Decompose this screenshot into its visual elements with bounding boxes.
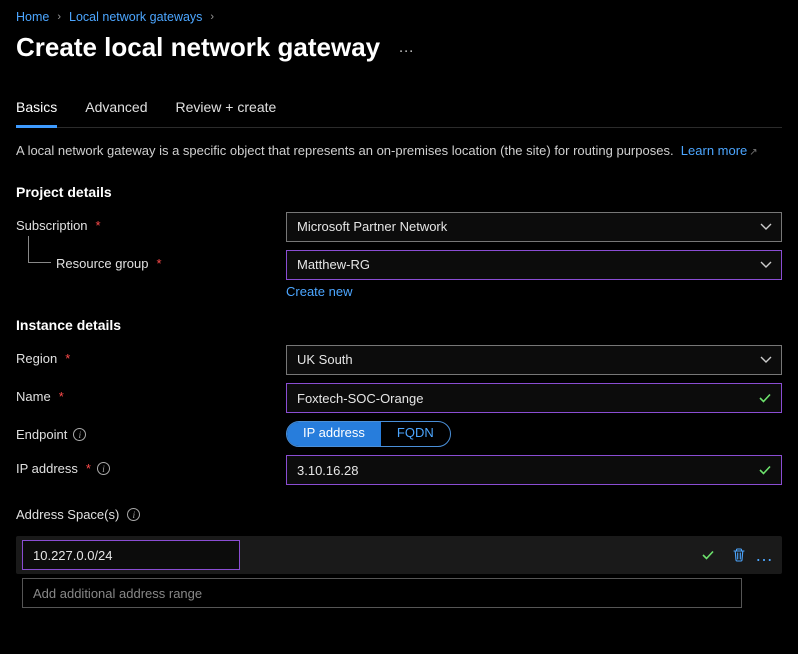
label-region-text: Region [16,351,57,366]
tab-review-create[interactable]: Review + create [176,99,277,127]
required-icon: * [59,389,64,404]
row-endpoint: Endpoint i IP address FQDN [16,421,782,447]
label-ip-address-text: IP address [16,461,78,476]
required-icon: * [157,256,162,271]
label-resource-group: Resource group * [16,250,286,271]
trash-icon[interactable] [731,547,747,563]
info-icon[interactable]: i [73,428,86,441]
external-link-icon: ↗ [749,147,757,158]
create-new-link[interactable]: Create new [286,284,352,299]
label-subscription-text: Subscription [16,218,88,233]
label-ip-address: IP address * i [16,455,286,476]
field-address-space-0[interactable] [22,540,725,570]
tab-basics[interactable]: Basics [16,99,57,128]
check-icon [701,548,715,562]
name-input[interactable] [286,383,782,413]
address-space-section: Address Space(s) i … [16,507,782,608]
page-title: Create local network gateway [16,32,380,63]
chevron-right-icon: › [210,11,214,23]
region-select[interactable]: UK South [286,345,782,375]
info-icon[interactable]: i [97,462,110,475]
required-icon: * [86,461,91,476]
section-project-details: Project details [16,184,782,200]
ip-address-input[interactable] [286,455,782,485]
description-text: A local network gateway is a specific ob… [16,142,782,160]
field-subscription[interactable]: Microsoft Partner Network [286,212,782,242]
more-options-icon[interactable]: … [753,545,776,566]
section-instance-details: Instance details [16,317,782,333]
field-resource-group[interactable]: Matthew-RG [286,250,782,280]
learn-more-label: Learn more [681,143,747,158]
breadcrumb-parent[interactable]: Local network gateways [69,10,202,24]
label-subscription: Subscription * [16,212,286,233]
field-name[interactable] [286,383,782,413]
label-endpoint: Endpoint i [16,421,286,442]
label-resource-group-text: Resource group [56,256,149,271]
learn-more-link[interactable]: Learn more [681,143,747,158]
endpoint-toggle: IP address FQDN [286,421,451,447]
label-address-space-text: Address Space(s) [16,507,119,522]
info-icon[interactable]: i [127,508,140,521]
label-name: Name * [16,383,286,404]
title-row: Create local network gateway … [16,32,782,63]
address-space-row: … [16,536,782,574]
row-subscription: Subscription * Microsoft Partner Network [16,212,782,242]
required-icon: * [96,218,101,233]
row-ip-address: IP address * i [16,455,782,485]
endpoint-pill-fqdn[interactable]: FQDN [381,422,450,446]
endpoint-pill-ip[interactable]: IP address [287,422,381,446]
tab-advanced[interactable]: Advanced [85,99,147,127]
label-address-space: Address Space(s) i [16,507,782,522]
breadcrumb: Home › Local network gateways › [16,10,782,24]
row-resource-group: Resource group * Matthew-RG Create new [16,250,782,299]
address-space-input[interactable] [22,540,240,570]
description-body: A local network gateway is a specific ob… [16,143,674,158]
label-endpoint-text: Endpoint [16,427,67,442]
field-region[interactable]: UK South [286,345,782,375]
chevron-right-icon: › [57,11,61,23]
label-region: Region * [16,345,286,366]
subscription-select[interactable]: Microsoft Partner Network [286,212,782,242]
add-address-range-input[interactable] [22,578,742,608]
field-ip-address[interactable] [286,455,782,485]
tabs: Basics Advanced Review + create [16,99,782,128]
row-region: Region * UK South [16,345,782,375]
row-name: Name * [16,383,782,413]
required-icon: * [65,351,70,366]
label-name-text: Name [16,389,51,404]
more-actions-icon[interactable]: … [398,39,415,57]
resource-group-select[interactable]: Matthew-RG [286,250,782,280]
breadcrumb-home[interactable]: Home [16,10,49,24]
